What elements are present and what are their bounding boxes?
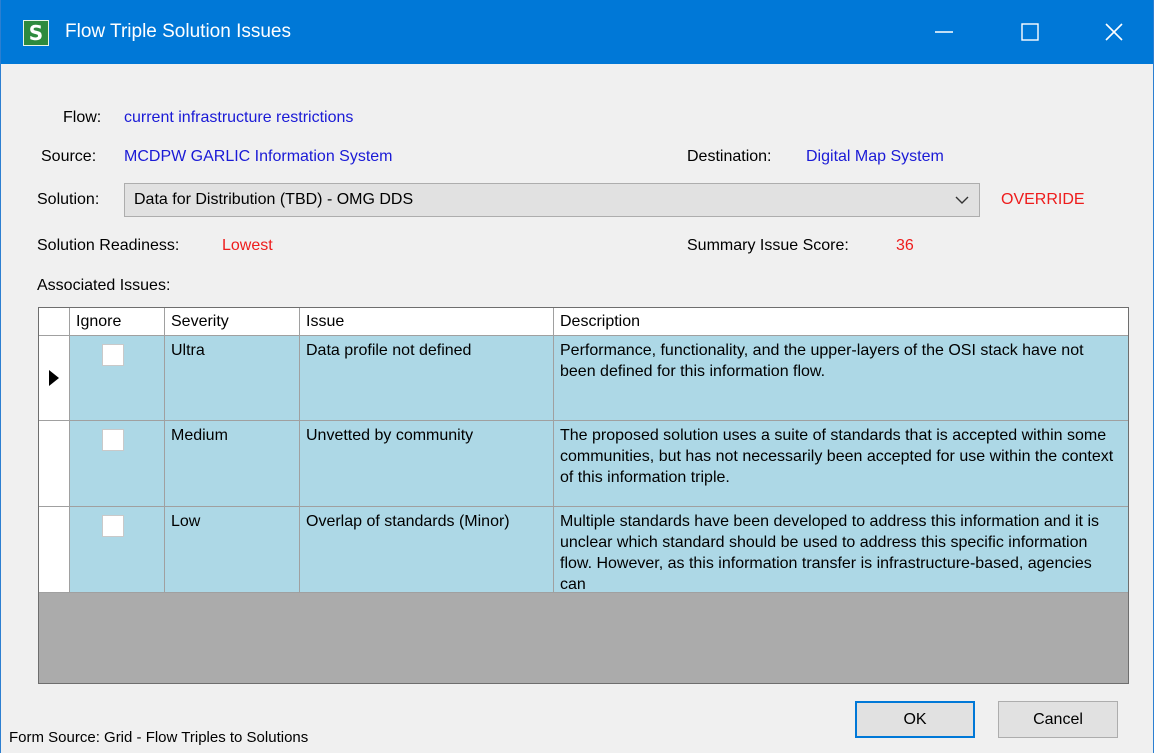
column-header-label: Severity — [171, 313, 229, 330]
ok-button[interactable]: OK — [855, 701, 975, 738]
ignore-checkbox[interactable] — [102, 344, 124, 366]
window-title: Flow Triple Solution Issues — [65, 21, 291, 42]
ignore-cell — [70, 507, 165, 592]
maximize-icon — [1021, 23, 1039, 41]
ignore-checkbox[interactable] — [102, 429, 124, 451]
title-bar[interactable]: S Flow Triple Solution Issues — [1, 0, 1153, 64]
column-header-description[interactable]: Description — [554, 308, 1128, 336]
issue-cell: Overlap of standards (Minor) — [300, 507, 554, 592]
dialog-window: S Flow Triple Solution Issues Flow: curr… — [0, 0, 1154, 753]
table-row[interactable]: Ultra Data profile not defined Performan… — [70, 336, 1128, 421]
row-header[interactable] — [39, 507, 70, 593]
description-cell: Multiple standards have been developed t… — [554, 507, 1128, 592]
description-value: The proposed solution uses a suite of st… — [560, 427, 1114, 486]
table-row[interactable]: Low Overlap of standards (Minor) Multipl… — [70, 507, 1128, 593]
flow-value: current infrastructure restrictions — [124, 109, 354, 126]
table-row[interactable]: Medium Unvetted by community The propose… — [70, 421, 1128, 507]
column-header-severity[interactable]: Severity — [165, 308, 300, 336]
grid-header: Ignore Severity Issue Description — [39, 308, 1128, 336]
maximize-button[interactable] — [990, 0, 1070, 64]
close-icon — [1105, 23, 1123, 41]
row-header-current[interactable] — [39, 336, 70, 421]
row-header-corner — [39, 308, 70, 336]
solution-label: Solution: — [37, 191, 100, 208]
severity-value: Medium — [171, 427, 228, 444]
solution-selected-value: Data for Distribution (TBD) - OMG DDS — [134, 191, 414, 208]
issue-value: Data profile not defined — [306, 342, 472, 359]
ignore-checkbox[interactable] — [102, 515, 124, 537]
solution-dropdown[interactable]: Data for Distribution (TBD) - OMG DDS — [124, 183, 980, 217]
column-header-ignore[interactable]: Ignore — [70, 308, 165, 336]
close-button[interactable] — [1074, 0, 1154, 64]
row-header[interactable] — [39, 421, 70, 507]
app-logo-icon: S — [23, 20, 49, 46]
column-header-label: Description — [560, 313, 641, 330]
cancel-button[interactable]: Cancel — [998, 701, 1118, 738]
ignore-cell — [70, 421, 165, 506]
ignore-cell — [70, 336, 165, 420]
destination-label: Destination: — [687, 148, 772, 165]
source-value: MCDPW GARLIC Information System — [124, 148, 393, 165]
destination-value: Digital Map System — [806, 148, 944, 165]
issue-cell: Unvetted by community — [300, 421, 554, 506]
description-value: Multiple standards have been developed t… — [560, 513, 1099, 592]
minimize-icon — [935, 31, 953, 33]
associated-issues-label: Associated Issues: — [37, 277, 171, 294]
description-value: Performance, functionality, and the uppe… — [560, 342, 1084, 380]
summary-score-value: 36 — [896, 237, 914, 254]
severity-value: Ultra — [171, 342, 205, 359]
column-header-label: Issue — [306, 313, 345, 330]
summary-score-label: Summary Issue Score: — [687, 237, 849, 254]
flow-label: Flow: — [63, 109, 102, 126]
readiness-label: Solution Readiness: — [37, 237, 180, 254]
severity-cell: Low — [165, 507, 300, 592]
form-source-footer: Form Source: Grid - Flow Triples to Solu… — [9, 729, 309, 746]
chevron-down-icon — [955, 196, 969, 204]
issue-value: Overlap of standards (Minor) — [306, 513, 510, 530]
minimize-button[interactable] — [904, 0, 984, 64]
override-indicator: OVERRIDE — [1001, 191, 1085, 208]
issue-cell: Data profile not defined — [300, 336, 554, 420]
description-cell: The proposed solution uses a suite of st… — [554, 421, 1128, 506]
issue-value: Unvetted by community — [306, 427, 474, 444]
column-header-issue[interactable]: Issue — [300, 308, 554, 336]
current-row-pointer-icon — [49, 370, 59, 386]
column-header-label: Ignore — [76, 313, 122, 330]
description-cell: Performance, functionality, and the uppe… — [554, 336, 1128, 420]
severity-value: Low — [171, 513, 201, 530]
source-label: Source: — [41, 148, 97, 165]
issues-grid[interactable]: Ignore Severity Issue Description Ultra … — [38, 307, 1129, 684]
severity-cell: Ultra — [165, 336, 300, 420]
readiness-value: Lowest — [222, 237, 273, 254]
severity-cell: Medium — [165, 421, 300, 506]
